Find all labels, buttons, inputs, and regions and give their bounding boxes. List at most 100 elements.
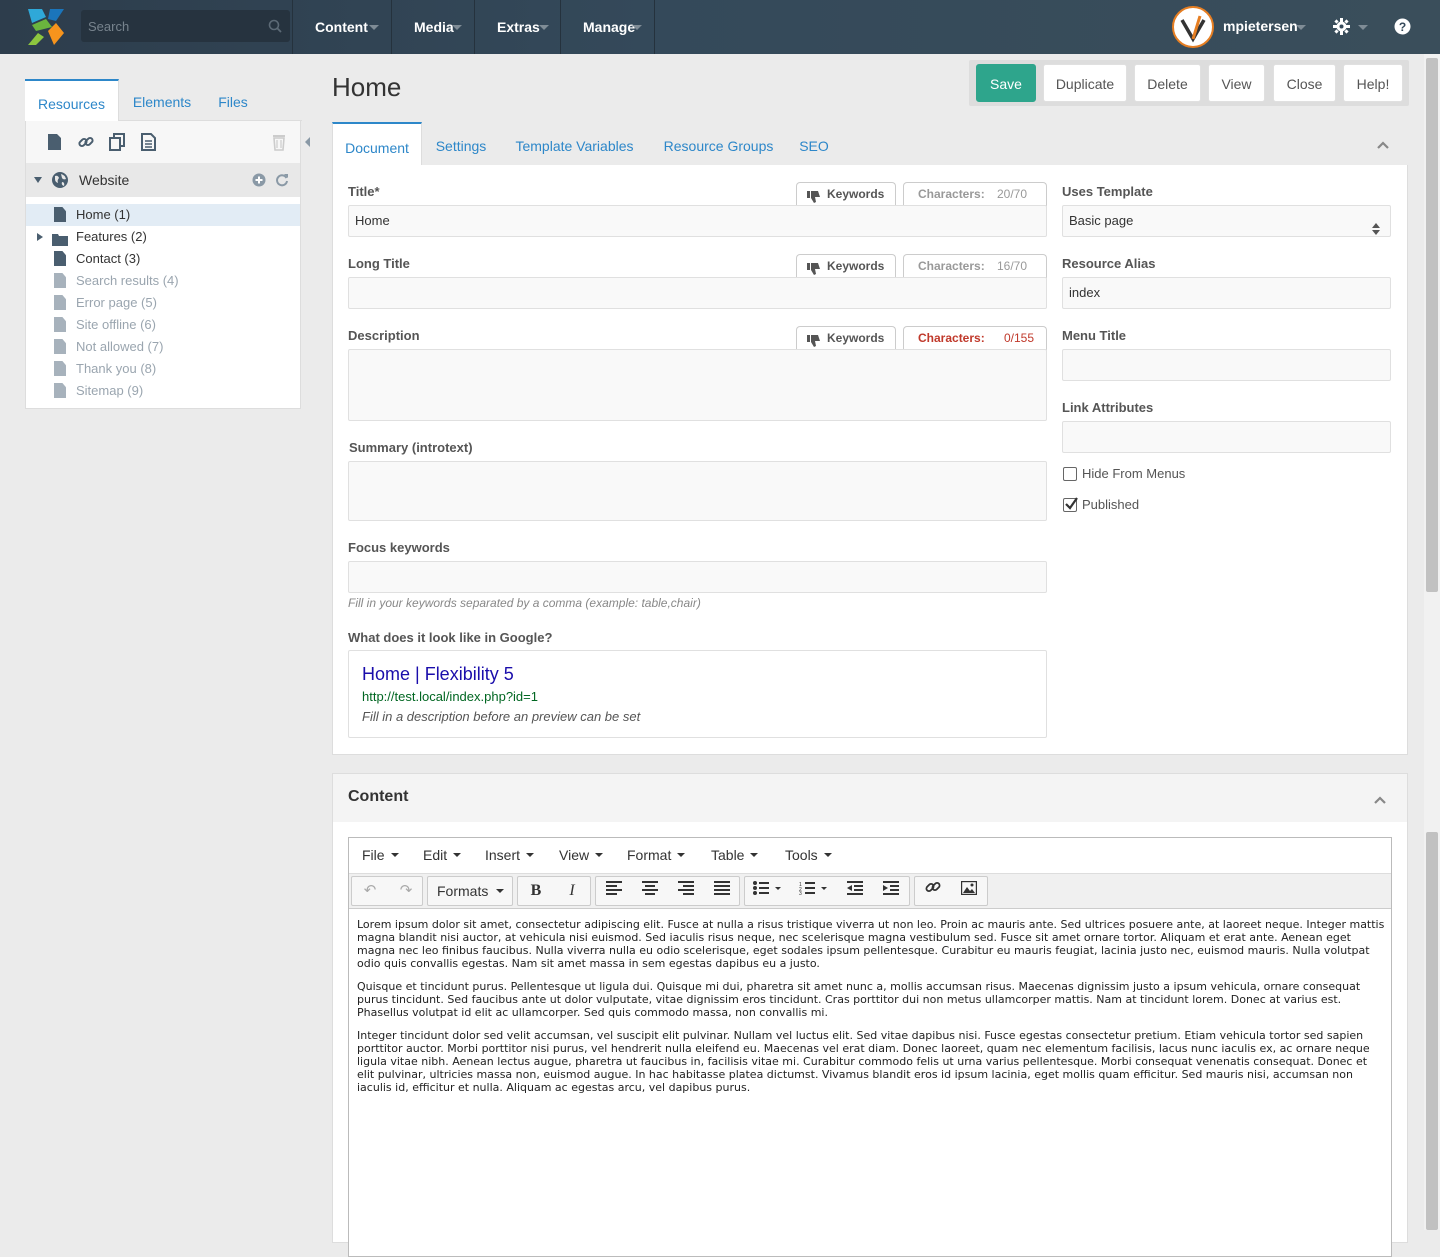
align-right-icon[interactable] <box>668 877 704 905</box>
description-label: Description <box>348 328 420 343</box>
published-checkbox[interactable] <box>1063 497 1078 512</box>
tree-item[interactable]: Site offline (6) <box>26 314 300 336</box>
refresh-icon[interactable] <box>275 173 289 190</box>
menu-view-label: View <box>559 847 590 863</box>
undo-icon[interactable]: ↶ <box>352 877 388 905</box>
scrollbar-thumb[interactable] <box>1426 832 1438 1230</box>
view-button[interactable]: View <box>1208 64 1265 102</box>
tree-item[interactable]: Contact (3) <box>26 248 300 270</box>
close-button[interactable]: Close <box>1273 64 1336 102</box>
collapse-sidebar-icon[interactable] <box>302 122 314 162</box>
image-icon[interactable] <box>951 877 987 905</box>
focus-keywords-input[interactable] <box>348 561 1047 593</box>
italic-icon[interactable]: I <box>554 877 590 905</box>
static-resource-icon[interactable] <box>139 133 157 151</box>
align-left-icon[interactable] <box>596 877 632 905</box>
chevron-up-icon[interactable] <box>1376 138 1390 153</box>
redo-icon[interactable]: ↷ <box>388 877 424 905</box>
menu-insert-label: Insert <box>485 847 521 863</box>
tab-resources[interactable]: Resources <box>25 79 119 121</box>
help-icon[interactable]: ? <box>1394 18 1411 38</box>
username[interactable]: mpietersen <box>1223 18 1298 34</box>
keywords-chip[interactable]: Keywords <box>796 182 896 206</box>
nav-manage[interactable]: Manage <box>560 0 655 54</box>
keywords-chip[interactable]: Keywords <box>796 254 896 278</box>
longtitle-input[interactable] <box>348 277 1047 309</box>
tab-document[interactable]: Document <box>332 122 422 166</box>
menu-insert[interactable]: Insert <box>485 847 535 863</box>
formats-dropdown[interactable]: Formats <box>427 876 513 906</box>
add-icon[interactable] <box>252 173 266 190</box>
search-input[interactable] <box>81 10 261 42</box>
summary-textarea[interactable] <box>348 461 1047 521</box>
delete-button[interactable]: Delete <box>1134 64 1201 102</box>
menu-edit[interactable]: Edit <box>423 847 462 863</box>
help-button[interactable]: Help! <box>1343 64 1403 102</box>
gear-icon[interactable] <box>1333 18 1350 38</box>
menutitle-input[interactable] <box>1062 349 1391 381</box>
numbered-list-icon[interactable]: 123 <box>791 877 837 905</box>
search-icon[interactable] <box>268 19 282 33</box>
editor-menubar: File Edit Insert View Format Table Tools <box>349 838 1391 873</box>
symlink-icon[interactable] <box>108 133 126 151</box>
tab-template-variables[interactable]: Template Variables <box>507 122 642 166</box>
nav-content-label: Content <box>315 19 368 35</box>
save-button[interactable]: Save <box>976 64 1036 102</box>
duplicate-button[interactable]: Duplicate <box>1043 64 1127 102</box>
tree-item[interactable]: Sitemap (9) <box>26 380 300 402</box>
link-icon[interactable] <box>915 877 951 905</box>
menu-file[interactable]: File <box>362 847 399 863</box>
menu-format-label: Format <box>627 847 672 863</box>
tab-resource-groups[interactable]: Resource Groups <box>656 122 781 166</box>
tree-item[interactable]: Search results (4) <box>26 270 300 292</box>
keywords-chip[interactable]: Keywords <box>796 326 896 350</box>
menu-view[interactable]: View <box>559 847 604 863</box>
outdent-icon[interactable] <box>837 877 873 905</box>
align-justify-icon[interactable] <box>704 877 740 905</box>
nav-media[interactable]: Media <box>391 0 474 54</box>
editor-body[interactable]: Lorem ipsum dolor sit amet, consectetur … <box>357 918 1385 1104</box>
modx-logo-icon[interactable] <box>26 9 66 45</box>
tree-item[interactable]: Home (1) <box>26 204 300 226</box>
expand-caret-icon[interactable] <box>34 177 42 183</box>
chevron-down-icon[interactable] <box>1296 25 1306 30</box>
menu-format[interactable]: Format <box>627 847 686 863</box>
weblink-icon[interactable] <box>77 133 95 151</box>
trash-icon[interactable] <box>270 133 288 151</box>
menu-table[interactable]: Table <box>711 847 759 863</box>
new-document-icon[interactable] <box>45 133 63 151</box>
scrollbar-thumb[interactable] <box>1426 58 1438 592</box>
title-input[interactable]: Home <box>348 205 1047 237</box>
description-characters-chip: Characters: 0/155 <box>903 326 1047 350</box>
nav-extras[interactable]: Extras <box>474 0 560 54</box>
indent-icon[interactable] <box>873 877 909 905</box>
bullet-list-icon[interactable] <box>745 877 791 905</box>
bold-icon[interactable]: B <box>518 877 554 905</box>
description-textarea[interactable] <box>348 349 1047 421</box>
alias-input[interactable]: index <box>1062 277 1391 309</box>
linkattr-input[interactable] <box>1062 421 1391 453</box>
avatar[interactable] <box>1172 6 1214 48</box>
tree-root-website[interactable]: Website <box>26 163 300 197</box>
align-center-icon[interactable] <box>632 877 668 905</box>
tab-settings[interactable]: Settings <box>428 122 494 166</box>
tree-item[interactable]: Thank you (8) <box>26 358 300 380</box>
longtitle-characters-chip: Characters: 16/70 <box>903 254 1047 278</box>
template-label: Uses Template <box>1062 184 1153 199</box>
template-select[interactable]: Basic page <box>1062 205 1391 237</box>
tab-elements[interactable]: Elements <box>126 79 198 121</box>
document-tabs: Document Settings Template Variables Res… <box>332 122 1408 166</box>
action-buttons: Save Duplicate Delete View Close Help! <box>969 60 1409 106</box>
nav-content[interactable]: Content <box>292 0 391 54</box>
tree-item[interactable]: Error page (5) <box>26 292 300 314</box>
nav-media-label: Media <box>414 19 454 35</box>
menu-tools[interactable]: Tools <box>785 847 832 863</box>
tree-item[interactable]: Features (2) <box>26 226 300 248</box>
expand-caret-icon[interactable] <box>37 233 43 241</box>
chevron-up-icon[interactable] <box>1373 793 1387 808</box>
hide-menus-checkbox[interactable] <box>1063 467 1077 481</box>
tree-item[interactable]: Not allowed (7) <box>26 336 300 358</box>
chevron-down-icon[interactable] <box>1358 25 1368 30</box>
tab-files[interactable]: Files <box>208 79 258 121</box>
tab-seo[interactable]: SEO <box>794 122 834 166</box>
